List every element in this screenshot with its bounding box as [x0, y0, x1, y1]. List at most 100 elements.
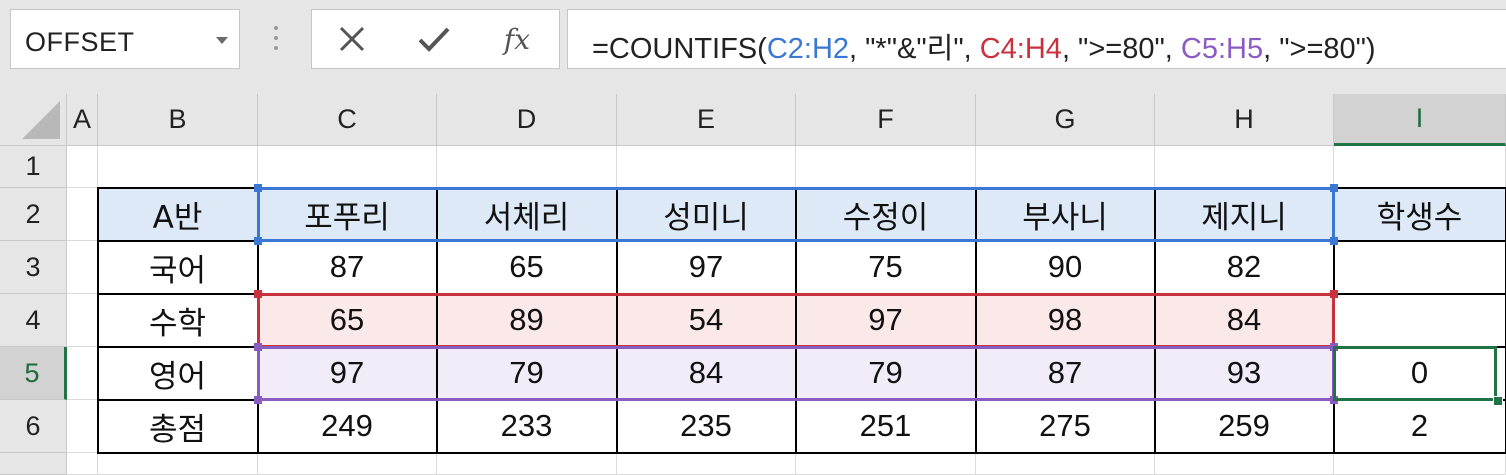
reference-range-c5-h5-handle: [1330, 396, 1338, 404]
cell-i4[interactable]: [1334, 294, 1506, 347]
cell-f1[interactable]: [796, 146, 976, 188]
cell-c3[interactable]: 87: [258, 241, 437, 294]
cell-e3[interactable]: 97: [617, 241, 796, 294]
cell-c5[interactable]: 97: [258, 347, 437, 400]
cell-g1[interactable]: [976, 146, 1155, 188]
cell-i3[interactable]: [1334, 241, 1506, 294]
cell-h7[interactable]: [1155, 453, 1334, 475]
cell-c2[interactable]: 포푸리: [258, 188, 437, 241]
enter-button[interactable]: [404, 10, 464, 68]
cell-d7[interactable]: [437, 453, 617, 475]
cell-a4[interactable]: [67, 294, 98, 347]
formula-part: , ">=80",: [1061, 33, 1181, 65]
row-header-5[interactable]: 5: [0, 347, 67, 400]
cell-i2[interactable]: 학생수: [1334, 188, 1506, 241]
cell-a1[interactable]: [67, 146, 98, 188]
cell-b4[interactable]: 수학: [98, 294, 258, 347]
cell-d6[interactable]: 233: [437, 400, 617, 453]
cell-e7[interactable]: [617, 453, 796, 475]
cancel-button[interactable]: [322, 10, 382, 68]
reference-range-c5-h5-handle: [254, 396, 262, 404]
cell-a5[interactable]: [67, 347, 98, 400]
cell-a7[interactable]: [67, 453, 98, 475]
cell-f3[interactable]: 75: [796, 241, 976, 294]
cell-d1[interactable]: [437, 146, 617, 188]
cell-i7[interactable]: [1334, 453, 1506, 475]
drag-handle-icon[interactable]: [273, 26, 279, 56]
column-header-h[interactable]: H: [1155, 94, 1334, 146]
cell-c7[interactable]: [258, 453, 437, 475]
cell-g6[interactable]: 275: [976, 400, 1155, 453]
cell-d4[interactable]: 89: [437, 294, 617, 347]
cell-b5[interactable]: 영어: [98, 347, 258, 400]
cell-e2[interactable]: 성미니: [617, 188, 796, 241]
formula-part: C2:H2: [766, 33, 850, 65]
cell-f4[interactable]: 97: [796, 294, 976, 347]
cell-c4[interactable]: 65: [258, 294, 437, 347]
chevron-down-icon[interactable]: [216, 37, 228, 44]
cell-b6[interactable]: 총점: [98, 400, 258, 453]
cell-c6[interactable]: 249: [258, 400, 437, 453]
row-header-1[interactable]: 1: [0, 146, 67, 188]
row-header-6[interactable]: 6: [0, 400, 67, 453]
cell-h6[interactable]: 259: [1155, 400, 1334, 453]
cell-d5[interactable]: 79: [437, 347, 617, 400]
cell-g5[interactable]: 87: [976, 347, 1155, 400]
cell-i1[interactable]: [1334, 146, 1506, 188]
column-header-d[interactable]: D: [437, 94, 617, 146]
column-header-e[interactable]: E: [617, 94, 796, 146]
table-gridline: [97, 187, 99, 454]
cell-e1[interactable]: [617, 146, 796, 188]
column-header-g[interactable]: G: [976, 94, 1155, 146]
column-header-b[interactable]: B: [98, 94, 258, 146]
cell-h4[interactable]: 84: [1155, 294, 1334, 347]
cell-a3[interactable]: [67, 241, 98, 294]
cell-f2[interactable]: 수정이: [796, 188, 976, 241]
cell-e4[interactable]: 54: [617, 294, 796, 347]
cell-g2[interactable]: 부사니: [976, 188, 1155, 241]
formula-input[interactable]: =COUNTIFS(C2:H2, "*"&"리", C4:H4, ">=80",…: [567, 9, 1506, 69]
formula-text[interactable]: =COUNTIFS(C2:H2, "*"&"리", C4:H4, ">=80",…: [592, 25, 1376, 67]
cell-c1[interactable]: [258, 146, 437, 188]
column-header-f[interactable]: F: [796, 94, 976, 146]
column-header-c[interactable]: C: [258, 94, 437, 146]
row-header-partial[interactable]: [0, 453, 67, 475]
column-header-a[interactable]: A: [67, 94, 98, 146]
cell-b7[interactable]: [98, 453, 258, 475]
row-header-4[interactable]: 4: [0, 294, 67, 347]
cell-g4[interactable]: 98: [976, 294, 1155, 347]
name-box-value[interactable]: OFFSET: [25, 27, 135, 58]
insert-function-button[interactable]: fx: [487, 10, 547, 68]
cell-i6[interactable]: 2: [1334, 400, 1506, 453]
cell-e5[interactable]: 84: [617, 347, 796, 400]
select-all-icon: [22, 101, 60, 139]
cell-f7[interactable]: [796, 453, 976, 475]
cell-e6[interactable]: 235: [617, 400, 796, 453]
reference-range-c2-h2-handle: [254, 184, 262, 192]
select-all-button[interactable]: [0, 94, 67, 146]
cell-b1[interactable]: [98, 146, 258, 188]
cell-d2[interactable]: 서체리: [437, 188, 617, 241]
cell-b2[interactable]: A반: [98, 188, 258, 241]
fill-handle[interactable]: [1493, 396, 1503, 406]
cell-b3[interactable]: 국어: [98, 241, 258, 294]
cell-h1[interactable]: [1155, 146, 1334, 188]
cell-a2[interactable]: [67, 188, 98, 241]
cell-d3[interactable]: 65: [437, 241, 617, 294]
table-gridline: [97, 452, 1505, 454]
column-header-i[interactable]: I: [1334, 94, 1506, 146]
cell-f6[interactable]: 251: [796, 400, 976, 453]
cell-g7[interactable]: [976, 453, 1155, 475]
table-gridline: [436, 187, 438, 454]
row-header-2[interactable]: 2: [0, 188, 67, 241]
reference-range-c2-h2-handle: [1330, 237, 1338, 245]
cell-i5[interactable]: 0: [1334, 347, 1506, 400]
row-header-3[interactable]: 3: [0, 241, 67, 294]
cell-h5[interactable]: 93: [1155, 347, 1334, 400]
cell-f5[interactable]: 79: [796, 347, 976, 400]
cell-h2[interactable]: 제지니: [1155, 188, 1334, 241]
cell-h3[interactable]: 82: [1155, 241, 1334, 294]
cell-a6[interactable]: [67, 400, 98, 453]
cell-g3[interactable]: 90: [976, 241, 1155, 294]
name-box[interactable]: OFFSET: [10, 9, 240, 69]
